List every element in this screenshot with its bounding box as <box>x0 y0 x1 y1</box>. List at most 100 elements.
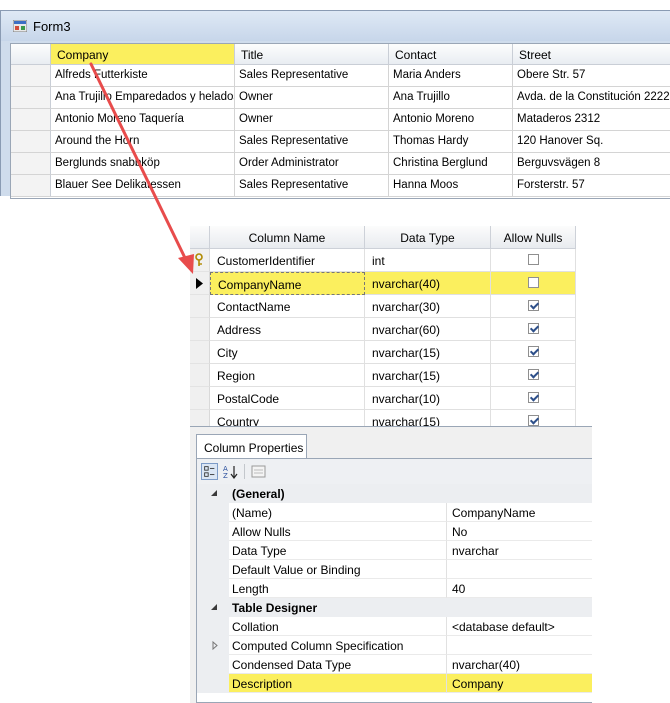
categorized-icon[interactable] <box>201 463 218 480</box>
grid-cell[interactable]: Berglunds snabbköp <box>51 153 235 175</box>
property-name[interactable]: (Name) <box>229 503 447 522</box>
property-row[interactable]: Collation <database default> <box>197 617 592 636</box>
data-type-cell[interactable]: nvarchar(10) <box>365 387 491 410</box>
row-header[interactable] <box>11 175 51 197</box>
column-name-cell[interactable]: PostalCode <box>210 387 365 410</box>
column-name-cell[interactable]: ContactName <box>210 295 365 318</box>
row-selector[interactable] <box>190 364 210 387</box>
table-designer-grid[interactable]: Column Name Data Type Allow Nulls Custom… <box>190 226 576 426</box>
allow-nulls-checkbox[interactable] <box>528 277 539 288</box>
data-type-cell[interactable]: int <box>365 249 491 272</box>
property-category-row[interactable]: (General) <box>197 484 592 503</box>
property-row[interactable]: Description Company <box>197 674 592 693</box>
property-value[interactable] <box>447 636 592 655</box>
row-header[interactable] <box>11 153 51 175</box>
property-pages-icon[interactable] <box>250 463 267 480</box>
designer-row[interactable]: Address nvarchar(60) <box>190 318 576 341</box>
property-name[interactable]: Computed Column Specification <box>229 636 447 655</box>
property-row[interactable]: Computed Column Specification <box>197 636 592 655</box>
property-name[interactable]: Description <box>229 674 447 693</box>
customers-datagrid[interactable]: Company Title Contact Street Alfreds Futterk… <box>10 43 670 199</box>
row-selector[interactable] <box>190 272 210 295</box>
designer-row[interactable]: City nvarchar(15) <box>190 341 576 364</box>
grid-cell[interactable]: Antonio Moreno Taquería <box>51 109 235 131</box>
property-value[interactable]: nvarchar(40) <box>447 655 592 674</box>
grid-column-header[interactable]: Contact <box>389 44 513 65</box>
column-properties-tab[interactable]: Column Properties <box>196 434 307 458</box>
property-name[interactable]: Default Value or Binding <box>229 560 447 579</box>
property-value[interactable]: CompanyName <box>447 503 592 522</box>
grid-cell[interactable]: Thomas Hardy <box>389 131 513 153</box>
table-row[interactable]: Ana Trujillo Emparedados y helados Owner A… <box>11 87 670 109</box>
grid-column-header[interactable]: Title <box>235 44 389 65</box>
data-type-cell[interactable]: nvarchar(40) <box>365 272 491 295</box>
property-name[interactable]: Condensed Data Type <box>229 655 447 674</box>
grid-cell[interactable]: Forsterstr. 57 <box>513 175 670 197</box>
row-selector[interactable] <box>190 410 210 426</box>
row-selector[interactable] <box>190 249 210 272</box>
property-name[interactable]: Length <box>229 579 447 598</box>
grid-cell[interactable]: Mataderos 2312 <box>513 109 670 131</box>
column-name-cell[interactable]: CustomerIdentifier <box>210 249 365 272</box>
column-name-cell[interactable]: CompanyName <box>210 272 365 295</box>
collapse-triangle-icon[interactable] <box>197 598 229 617</box>
allow-nulls-checkbox[interactable] <box>528 415 539 426</box>
property-value[interactable]: <database default> <box>447 617 592 636</box>
property-name[interactable]: Collation <box>229 617 447 636</box>
data-type-cell[interactable]: nvarchar(15) <box>365 364 491 387</box>
data-type-cell[interactable]: nvarchar(30) <box>365 295 491 318</box>
column-name-cell[interactable]: Region <box>210 364 365 387</box>
grid-column-header[interactable]: Street <box>513 44 670 65</box>
allow-nulls-checkbox[interactable] <box>528 392 539 403</box>
grid-cell[interactable]: Sales Representative <box>235 131 389 153</box>
allow-nulls-checkbox[interactable] <box>528 323 539 334</box>
property-row[interactable]: Condensed Data Type nvarchar(40) <box>197 655 592 674</box>
property-value[interactable]: No <box>447 522 592 541</box>
grid-cell[interactable]: Antonio Moreno <box>389 109 513 131</box>
grid-cell[interactable]: Alfreds Futterkiste <box>51 65 235 87</box>
property-row[interactable]: Allow Nulls No <box>197 522 592 541</box>
property-name[interactable]: Allow Nulls <box>229 522 447 541</box>
designer-row[interactable]: PostalCode nvarchar(10) <box>190 387 576 410</box>
grid-cell[interactable]: Berguvsvägen 8 <box>513 153 670 175</box>
grid-cell[interactable]: Avda. de la Constitución 2222 <box>513 87 670 109</box>
property-row[interactable]: Length 40 <box>197 579 592 598</box>
grid-cell[interactable]: Hanna Moos <box>389 175 513 197</box>
designer-row[interactable]: CustomerIdentifier int <box>190 249 576 272</box>
column-name-cell[interactable]: City <box>210 341 365 364</box>
table-row[interactable]: Antonio Moreno Taquería Owner Antonio More… <box>11 109 670 131</box>
property-grid[interactable]: A Z (General) (Name) CompanyName Allow Null… <box>196 458 592 703</box>
grid-cell[interactable]: Maria Anders <box>389 65 513 87</box>
grid-column-header[interactable]: Company <box>51 44 235 65</box>
property-row[interactable]: Default Value or Binding <box>197 560 592 579</box>
row-selector[interactable] <box>190 295 210 318</box>
row-selector[interactable] <box>190 387 210 410</box>
grid-cell[interactable]: Around the Horn <box>51 131 235 153</box>
property-value[interactable]: 40 <box>447 579 592 598</box>
designer-row[interactable]: ContactName nvarchar(30) <box>190 295 576 318</box>
grid-cell[interactable]: Sales Representative <box>235 65 389 87</box>
data-type-cell[interactable]: nvarchar(15) <box>365 410 491 426</box>
property-value[interactable]: nvarchar <box>447 541 592 560</box>
grid-cell[interactable]: Blauer See Delikatessen <box>51 175 235 197</box>
allow-nulls-checkbox[interactable] <box>528 254 539 265</box>
grid-cell[interactable]: Ana Trujillo <box>389 87 513 109</box>
collapse-triangle-icon[interactable] <box>197 484 229 503</box>
designer-row[interactable]: Region nvarchar(15) <box>190 364 576 387</box>
expand-triangle-icon[interactable] <box>197 636 229 655</box>
property-value[interactable] <box>447 560 592 579</box>
column-name-cell[interactable]: Country <box>210 410 365 426</box>
grid-cell[interactable]: Order Administrator <box>235 153 389 175</box>
column-name-cell[interactable]: Address <box>210 318 365 341</box>
table-row[interactable]: Alfreds Futterkiste Sales Representative M… <box>11 65 670 87</box>
alphabetical-sort-icon[interactable]: A Z <box>222 463 239 480</box>
allow-nulls-checkbox[interactable] <box>528 346 539 357</box>
row-header[interactable] <box>11 87 51 109</box>
grid-cell[interactable]: 120 Hanover Sq. <box>513 131 670 153</box>
table-row[interactable]: Around the Horn Sales Representative Thoma… <box>11 131 670 153</box>
designer-row[interactable]: Country nvarchar(15) <box>190 410 576 426</box>
table-row[interactable]: Berglunds snabbköp Order Administrator Chr… <box>11 153 670 175</box>
row-header[interactable] <box>11 109 51 131</box>
property-value[interactable]: Company <box>447 674 592 693</box>
data-type-cell[interactable]: nvarchar(60) <box>365 318 491 341</box>
